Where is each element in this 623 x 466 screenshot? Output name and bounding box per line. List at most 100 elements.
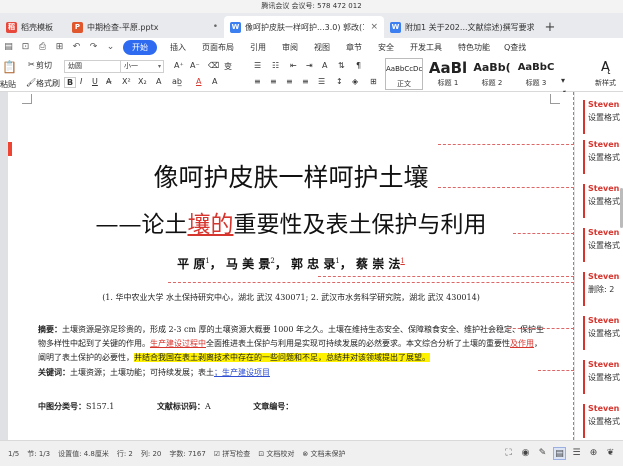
- web-view-icon[interactable]: ⊕: [587, 447, 600, 460]
- edit-pen-icon[interactable]: ✎: [536, 447, 549, 460]
- comment-card[interactable]: Steven 设置格式: [583, 228, 623, 262]
- menu-chapter[interactable]: 章节: [338, 42, 370, 53]
- author-name: 蔡 崇 法: [356, 257, 401, 271]
- align-center-icon[interactable]: ≡: [270, 77, 277, 86]
- line-spacing-icon[interactable]: ↕: [336, 77, 343, 86]
- spellcheck-button[interactable]: ☑ 拼写检查: [214, 449, 251, 459]
- font-name-select[interactable]: 幼圆▾: [64, 60, 128, 73]
- shading-icon[interactable]: ◈: [352, 77, 358, 86]
- comment-author: Steven: [588, 316, 620, 325]
- dropdown-icon[interactable]: ⌄: [102, 42, 119, 52]
- style-heading-3[interactable]: AaBbC 标题 3: [514, 58, 558, 90]
- brush-icon[interactable]: 🖌: [26, 78, 36, 87]
- phonetic-icon[interactable]: 变: [224, 61, 232, 72]
- tab-docer[interactable]: 稻 稻壳模板: [0, 16, 66, 38]
- cut-icon[interactable]: ✂: [28, 60, 35, 69]
- paste-icon[interactable]: 📋: [2, 60, 17, 74]
- style-heading-2[interactable]: AaBb( 标题 2: [470, 58, 514, 90]
- menu-search[interactable]: Q查找: [498, 42, 532, 53]
- show-marks-icon[interactable]: ¶: [356, 61, 361, 70]
- underline-button[interactable]: U: [92, 77, 98, 86]
- undo-icon[interactable]: ↶: [68, 42, 85, 52]
- status-bar: 1/5 节: 1/3 设置值: 4.8厘米 行: 2 列: 20 字数: 716…: [0, 440, 623, 466]
- superscript-icon[interactable]: X²: [122, 77, 131, 86]
- format-painter-label[interactable]: 格式刷: [36, 78, 60, 89]
- align-justify-icon[interactable]: ≡: [302, 77, 309, 86]
- bold-button[interactable]: B: [64, 77, 77, 88]
- proofread-button[interactable]: ⊡ 文档校对: [258, 449, 294, 459]
- menu-features[interactable]: 特色功能: [450, 42, 498, 53]
- menu-review[interactable]: 审阅: [274, 42, 306, 53]
- font-grow-button[interactable]: A⁺: [174, 61, 184, 70]
- outline-view-icon[interactable]: ☰: [570, 447, 583, 460]
- italic-button[interactable]: I: [80, 77, 82, 86]
- ribbon: 📋 粘贴 ✂ 剪切 🖌 格式刷 幼圆▾ 小一▾ A⁺ A⁻ ⌫ 变 B I U …: [0, 56, 623, 99]
- menu-layout[interactable]: 页面布局: [194, 42, 242, 53]
- font-color-icon[interactable]: A: [196, 77, 201, 86]
- close-icon[interactable]: •: [213, 22, 218, 32]
- comment-card[interactable]: Steven 设置格式: [583, 100, 623, 134]
- focus-mode-icon[interactable]: ⛶: [502, 447, 515, 460]
- menu-security[interactable]: 安全: [370, 42, 402, 53]
- eye-icon[interactable]: ◉: [519, 447, 532, 460]
- outdent-icon[interactable]: ⇤: [290, 61, 297, 70]
- chinese-layout-icon[interactable]: A: [322, 61, 327, 70]
- status-words[interactable]: 字数: 7167: [169, 449, 205, 459]
- menu-devtools[interactable]: 开发工具: [402, 42, 450, 53]
- close-icon[interactable]: ×: [370, 22, 378, 32]
- paste-label[interactable]: 粘贴: [0, 79, 16, 90]
- tab-ppt[interactable]: P 中期检查-平原.pptx •: [66, 16, 224, 38]
- font-shrink-button[interactable]: A⁻: [190, 61, 200, 70]
- new-tab-button[interactable]: +: [540, 16, 560, 38]
- indent-icon[interactable]: ⇥: [306, 61, 313, 70]
- file-icon[interactable]: ▤: [0, 42, 17, 52]
- clear-format-icon[interactable]: ⌫: [208, 61, 219, 70]
- subscript-icon[interactable]: X₂: [138, 77, 147, 86]
- save-icon[interactable]: ⊡: [17, 42, 34, 52]
- style-heading-1[interactable]: AaBl 标题 1: [426, 58, 470, 90]
- comment-card[interactable]: Steven 设置格式: [583, 316, 623, 350]
- document-page[interactable]: 像呵护皮肤一样呵护土壤 ——论土壤的重要性及表土保护与利用 平 原1， 马 美 …: [8, 92, 574, 440]
- doc-code-value: A: [204, 402, 211, 411]
- menu-view[interactable]: 视图: [306, 42, 338, 53]
- comment-card[interactable]: Steven 设置格式: [583, 184, 623, 218]
- protect-button[interactable]: ⊗ 文档未保护: [302, 449, 345, 459]
- comment-text: 设置格式: [588, 329, 620, 338]
- eye-care-icon[interactable]: ❦: [604, 447, 617, 460]
- distribute-icon[interactable]: ☰: [318, 77, 325, 86]
- print-icon[interactable]: ⎙: [34, 42, 51, 52]
- align-left-icon[interactable]: ≡: [254, 77, 261, 86]
- authors-line: 平 原1， 马 美 景2， 郭 忠 录1， 蔡 崇 法1: [177, 257, 405, 271]
- new-style-button[interactable]: Ą 新样式: [588, 58, 623, 90]
- comment-card[interactable]: Steven 设置格式: [583, 360, 623, 394]
- char-border-icon[interactable]: A: [212, 77, 217, 86]
- author-sup: 1: [400, 257, 405, 265]
- text-effect-icon[interactable]: A: [156, 77, 161, 86]
- redo-icon[interactable]: ↷: [85, 42, 102, 52]
- comment-card[interactable]: Steven 设置格式: [583, 404, 623, 438]
- border-icon[interactable]: ⊞: [370, 77, 377, 86]
- comment-card[interactable]: Steven 设置格式: [583, 140, 623, 174]
- font-size-select[interactable]: 小一 ▾: [120, 60, 164, 73]
- classification-line: 中图分类号：S157.1 文献标识码：A 文章编号：: [38, 401, 293, 412]
- menu-insert[interactable]: 插入: [162, 42, 194, 53]
- comment-author: Steven: [588, 100, 620, 109]
- strikethrough-icon[interactable]: A̶: [106, 77, 111, 86]
- bullet-list-icon[interactable]: ☰: [254, 61, 261, 70]
- sort-icon[interactable]: ⇅: [338, 61, 345, 70]
- styles-more-icon[interactable]: ▾: [561, 76, 565, 85]
- menu-reference[interactable]: 引用: [242, 42, 274, 53]
- menu-start[interactable]: 开始: [123, 39, 157, 55]
- cut-label[interactable]: 剪切: [36, 60, 52, 71]
- preview-icon[interactable]: ⊞: [51, 42, 68, 52]
- numbered-list-icon[interactable]: ☷: [272, 61, 279, 70]
- page-view-icon[interactable]: ▤: [553, 447, 566, 460]
- comment-card[interactable]: Steven 删除: 2: [583, 272, 623, 306]
- align-right-icon[interactable]: ≡: [286, 77, 293, 86]
- highlight-icon[interactable]: ab̲: [172, 77, 182, 86]
- protect-label: 文档未保护: [310, 449, 346, 458]
- style-normal[interactable]: AaBbCcDc 正文: [385, 58, 423, 90]
- status-page[interactable]: 1/5: [8, 450, 19, 458]
- tab-doc-2[interactable]: W 附加1 关于202...文献综述)撰写要求: [384, 16, 540, 38]
- tab-active-doc[interactable]: W 像呵护皮肤一样呵护...3.0) 郭改(1) ×: [224, 16, 384, 38]
